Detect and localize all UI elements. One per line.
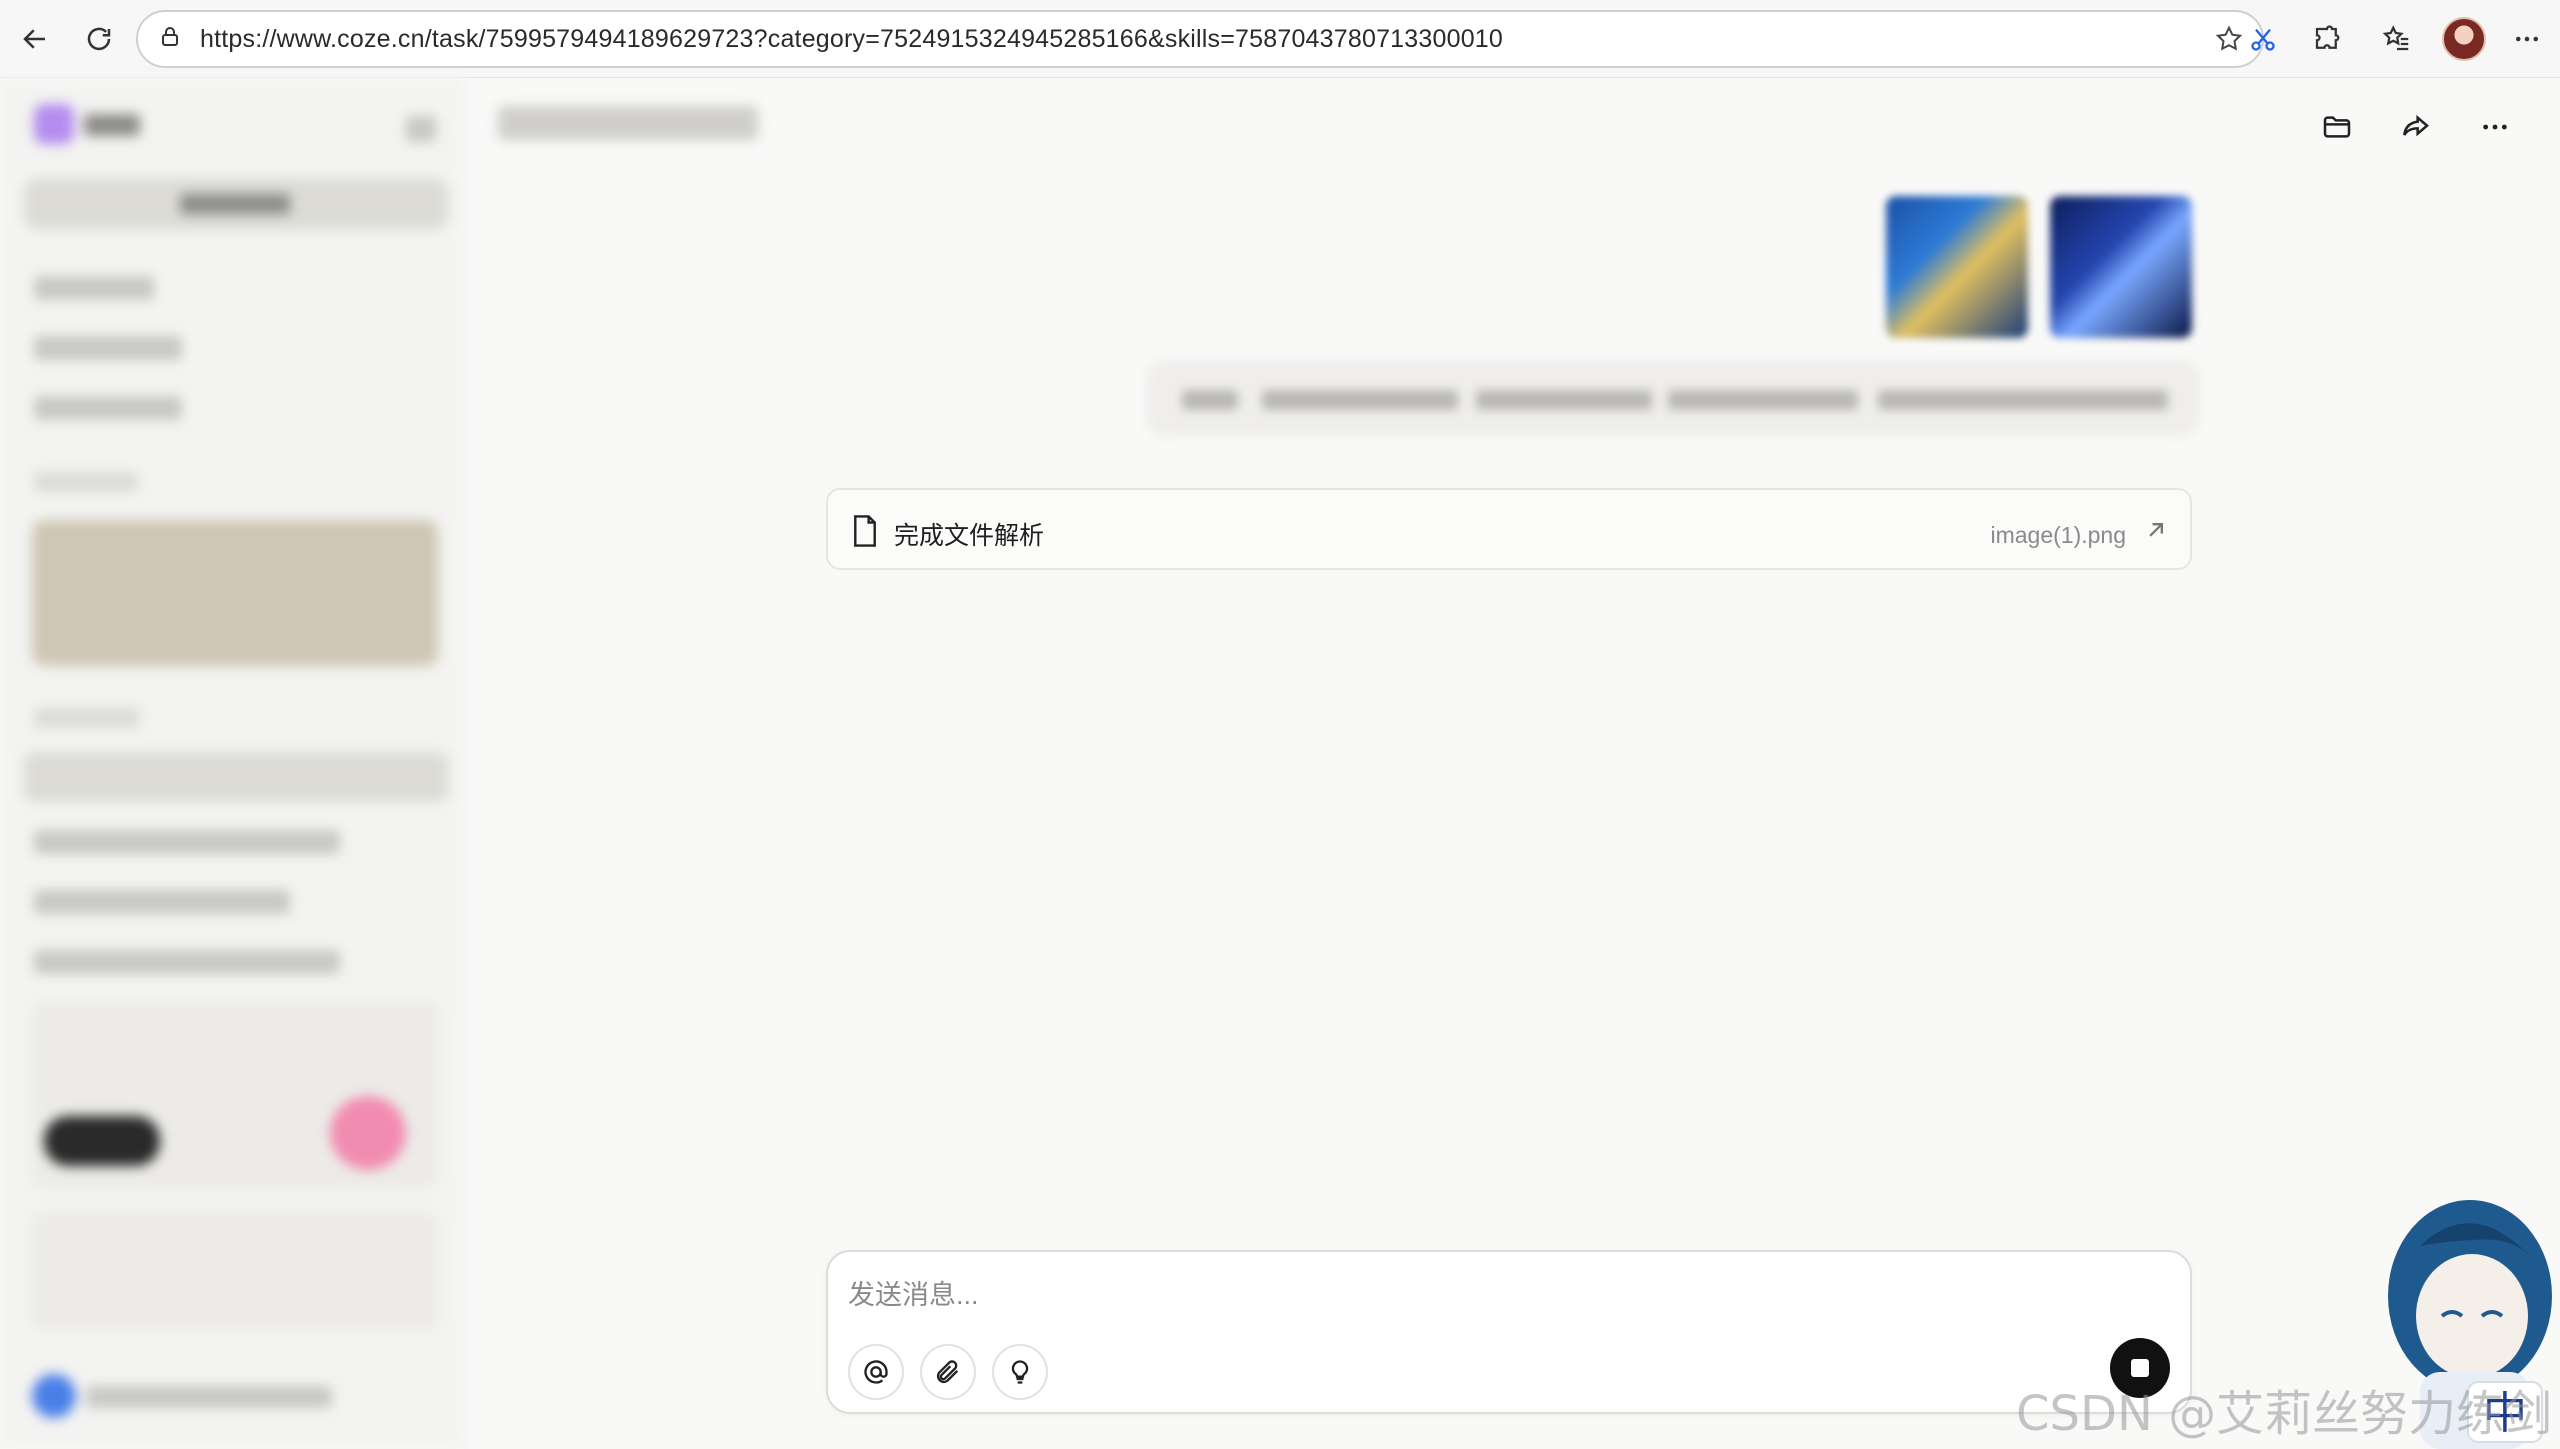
- ideas-button[interactable]: [992, 1344, 1048, 1400]
- more-menu-icon[interactable]: [2506, 18, 2548, 60]
- new-task-label: [180, 194, 290, 214]
- user-name: [86, 1386, 332, 1408]
- app-name: [84, 114, 140, 136]
- history-item[interactable]: [34, 950, 340, 974]
- refresh-icon[interactable]: [78, 18, 120, 60]
- profile-avatar[interactable]: [2442, 17, 2486, 61]
- section-heading: [34, 708, 140, 728]
- user-avatar[interactable]: [32, 1374, 76, 1418]
- upgrade-card-illustration: [330, 1096, 406, 1170]
- paperclip-icon: [936, 1360, 959, 1384]
- uploaded-image-thumbnail[interactable]: [1886, 196, 2028, 338]
- share-icon[interactable]: [2392, 104, 2438, 150]
- chat-main: 完成文件解析 image(1).png: [466, 78, 2560, 1449]
- browser-toolbar: https://www.coze.cn/task/759957949418962…: [0, 0, 2560, 78]
- folder-icon[interactable]: [2314, 104, 2360, 150]
- uploaded-image-thumbnail[interactable]: [2050, 196, 2192, 338]
- credits-card[interactable]: [32, 1212, 438, 1330]
- sidebar-item[interactable]: [34, 336, 182, 360]
- sidebar-item[interactable]: [34, 396, 182, 420]
- at-sign-icon: [864, 1360, 888, 1384]
- file-parse-status: 完成文件解析: [894, 522, 1045, 550]
- file-name: image(1).png: [1990, 522, 2126, 548]
- attach-button[interactable]: [920, 1344, 976, 1400]
- scissors-extension-icon[interactable]: [2242, 18, 2284, 60]
- promo-card[interactable]: [32, 520, 438, 666]
- csdn-watermark: CSDN @艾莉丝努力练剑: [2016, 1386, 2553, 1442]
- app-logo: [34, 104, 74, 144]
- chat-title: [498, 106, 758, 140]
- sidebar-item[interactable]: [34, 276, 154, 300]
- lock-icon: [158, 25, 182, 54]
- history-item[interactable]: [34, 890, 290, 914]
- collapse-sidebar-icon[interactable]: [406, 116, 436, 142]
- url-text: https://www.coze.cn/task/759957949418962…: [200, 24, 1504, 53]
- back-icon[interactable]: [14, 18, 56, 60]
- section-heading: [34, 472, 138, 492]
- document-icon: [854, 515, 876, 547]
- address-bar[interactable]: https://www.coze.cn/task/759957949418962…: [136, 10, 2264, 68]
- extensions-puzzle-icon[interactable]: [2306, 18, 2348, 60]
- file-parse-card[interactable]: 完成文件解析 image(1).png: [826, 488, 2192, 570]
- open-external-icon[interactable]: [2142, 516, 2170, 544]
- message-input[interactable]: [848, 1272, 2048, 1318]
- history-item-active[interactable]: [24, 752, 448, 802]
- upgrade-card-button[interactable]: [44, 1116, 160, 1166]
- sidebar: [0, 78, 465, 1449]
- history-item[interactable]: [34, 830, 340, 854]
- lightbulb-icon: [1011, 1360, 1029, 1384]
- user-message-bubble: [1146, 360, 2200, 436]
- mention-button[interactable]: [848, 1344, 904, 1400]
- message-composer: [826, 1250, 2192, 1414]
- favorites-icon[interactable]: [2376, 18, 2418, 60]
- more-options-icon[interactable]: [2472, 104, 2518, 150]
